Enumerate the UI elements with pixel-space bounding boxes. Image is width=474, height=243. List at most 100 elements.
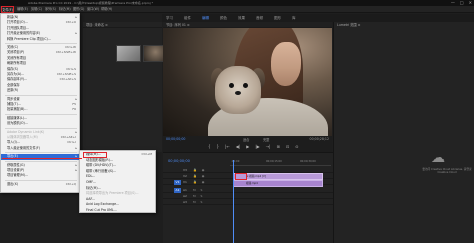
export-frame-icon[interactable]: ⊙ [295,144,298,149]
export-menu-item[interactable]: 磁带 (DV/HDV)(T)... [80,163,155,168]
audio-clip[interactable]: 视频.mp4 [233,180,323,187]
video-preview[interactable] [163,28,332,136]
preview-dog-nose [235,91,241,95]
clip-label: fx 视频.mp4 [V] [246,175,266,178]
track-label: V1 [183,180,187,184]
project-panel-header: 项目: 未命名 ≡ [83,22,162,28]
timeline-panel: 00;00;00;00 ;00;00 00;00;15;00 00;00;30;… [163,152,333,243]
file-menu-item[interactable]: 转换 Premiere Clip 项目(C)... [1,37,79,42]
program-monitor: 节目: 序列 01 ≡ 00;00;00;00 适合 完整 00;00;28;1… [163,22,332,152]
preview-dog-eye [243,83,248,88]
export-menu-item-label: OMF... [86,180,96,184]
export-menu-item[interactable]: 磁带 (串行设备)(S)... [80,169,155,174]
file-menu-item[interactable]: 设为脱机(O)... [1,121,79,126]
menu-separator [5,113,77,115]
mark-out-icon[interactable]: } [217,144,220,149]
menu-window[interactable]: 窗口(W) [87,6,99,13]
play-icon[interactable]: ▶ [246,144,249,149]
tab-assembly[interactable]: 组件 [184,14,191,22]
menu-separator [5,43,77,44]
go-to-out-icon[interactable]: →| [266,144,271,149]
export-submenu: 媒体(M)... Ctrl+M 动态图形模板(R)... 磁带 (DV/HDV)(T)… [79,150,156,213]
time-ruler[interactable]: ;00;00 00;00;15;00 00;00;30;00 [230,160,331,166]
preview-dog-eye [229,83,234,88]
export-menu-item: 将选择项导出为 Premiere 项目(S)... [80,191,155,196]
cc-login-message: 要访问 Creative Cloud Libraries, 请登录 Creati… [422,168,472,175]
menu-help[interactable]: 帮助(H) [101,6,112,13]
export-menu-item[interactable]: Final Cut Pro XML... [80,208,155,213]
tab-color[interactable]: 颜色 [220,14,227,22]
file-menu: 新建(N) ▸ 打开项目(O)... Ctrl+O 打开团队项目... 打开最近使用的内容… [0,13,80,193]
playhead-timecode[interactable]: 00;00;00;00 [166,137,185,141]
audio-track-a3[interactable]: A3 M S [163,199,333,205]
playhead[interactable] [233,160,234,243]
clip-label: 视频.mp4 [246,182,258,185]
menu-file[interactable]: 文件(F) [1,6,14,13]
mark-in-icon[interactable]: { [208,144,211,149]
workspace-tabs: 学习 组件 编辑 颜色 效果 音频 图形 库 [162,14,474,22]
ruler-tick-label: 00;00;30;00 [300,160,316,163]
quality-dropdown[interactable]: 完整 [263,137,269,142]
menu-clip[interactable]: 剪辑(C) [31,6,42,13]
export-menu-item-label: AAF... [86,196,95,201]
project-panel-title: 项目: 未命名 ≡ [86,23,108,27]
submenu-arrow-icon: ▸ [75,145,77,150]
track-toggle-icons[interactable]: 🔒 ◉ [193,179,206,185]
file-menu-item-shortcut: Ctrl+Q [65,181,76,186]
tab-audio[interactable]: 音频 [256,14,263,22]
lift-icon[interactable]: ⊞ [276,144,279,149]
export-menu-item-label: 磁带 (串行设备)(S)... [86,168,117,173]
preview-face [271,42,301,86]
creative-cloud-icon: ☁ [431,150,445,166]
duration-timecode: 00;00;28;12 [309,137,329,141]
file-menu-item[interactable]: 退出(X) Ctrl+Q [1,182,79,187]
export-menu-item[interactable]: AAF... [80,197,155,202]
track-target-toggle[interactable]: V1 [174,179,181,185]
tab-effects[interactable]: 效果 [238,14,245,22]
menu-sequence[interactable]: 序列(S) [45,6,56,13]
file-menu-item-label: 退出(X) [7,181,19,186]
clip-highlight-box [235,173,247,180]
right-panel: Lumetri 范围 ≡ ☁ 要访问 Creative Cloud Librar… [333,22,474,243]
track-toggle-icons[interactable]: M S [193,199,204,205]
preview-dog [215,66,261,114]
media-thumbnail[interactable] [116,45,141,62]
go-to-in-icon[interactable]: |← [225,144,230,149]
menu-marker[interactable]: 标记(M) [59,6,71,13]
menu-edit[interactable]: 编辑(E) [17,6,28,13]
file-menu-item[interactable]: 导入最近使用的文件(F) ▸ [1,146,79,151]
tab-graphics[interactable]: 图形 [274,14,281,22]
export-menu-item[interactable]: OMF... [80,180,155,185]
file-menu-item[interactable]: 项目管理(M)... [1,173,79,178]
tab-learn[interactable]: 学习 [166,14,173,22]
export-menu-item[interactable]: EDL... [80,174,155,179]
export-menu-item-label: 磁带 (DV/HDV)(T)... [86,163,116,168]
file-menu-item[interactable]: 批量捕捉(B)... F6 [1,107,79,112]
transport-controls: { } |← ◀| ▶ |▶ →| ⊞ ⊡ ⊙ [208,144,299,149]
file-menu-item-label: 设为脱机(O)... [7,121,28,126]
tab-editing[interactable]: 编辑 [202,14,209,22]
export-menu-item[interactable]: Avid Log Exchange... [80,202,155,207]
export-menu-item-label: 将选择项导出为 Premiere 项目(S)... [86,191,139,196]
menu-graphics[interactable]: 图形(G) [73,6,84,13]
step-back-icon[interactable]: ◀| [236,144,240,149]
export-menu-item-label: EDL... [86,174,96,179]
project-panel: 项目: 未命名 ≡ [83,22,168,152]
file-menu-item-label: 导入最近使用的文件(F) [7,145,41,150]
export-menu-item[interactable]: 媒体(M)... Ctrl+M [80,152,155,158]
tab-libraries[interactable]: 库 [292,14,296,22]
menu-separator [5,160,77,162]
timeline-timecode[interactable]: 00;00;00;00 [168,159,190,163]
menu-separator [5,179,77,181]
right-panel-title: Lumetri 范围 ≡ [337,23,361,27]
file-menu-item-label: 还原(R) [7,88,19,93]
extract-icon[interactable]: ⊡ [286,144,289,149]
menu-bar: 文件(F) 编辑(E) 剪辑(C) 序列(S) 标记(M) 图形(G) 窗口(W… [0,6,474,13]
file-menu-item-label: 批量捕捉(B)... [7,107,28,112]
ruler-tick-label: 00;00;15;00 [266,160,282,163]
track-target-toggle[interactable]: A1 [174,187,181,193]
file-menu-item-shortcut: F6 [72,107,76,112]
fit-dropdown[interactable]: 适合 [243,137,249,142]
file-menu-item[interactable]: 还原(R) [1,88,79,93]
step-forward-icon[interactable]: |▶ [255,144,259,149]
